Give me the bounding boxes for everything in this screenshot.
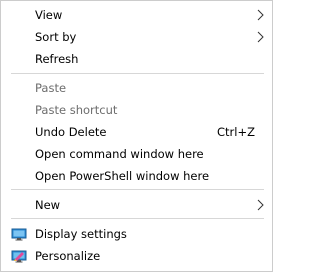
menu-item-view[interactable]: View — [1, 4, 272, 26]
menu-item-label: Paste shortcut — [35, 103, 118, 117]
chevron-right-icon — [257, 199, 264, 211]
menu-item-shortcut: Ctrl+Z — [217, 125, 255, 139]
menu-separator — [11, 73, 264, 74]
menu-item-label: New — [35, 198, 61, 212]
menu-item-new[interactable]: New — [1, 194, 272, 216]
display-settings-icon — [11, 228, 27, 241]
menu-separator — [11, 218, 264, 219]
menu-item-display-settings[interactable]: Display settings — [1, 223, 272, 245]
menu-separator — [11, 189, 264, 190]
personalize-icon — [11, 250, 27, 263]
menu-item-label: Paste — [35, 81, 67, 95]
desktop-context-menu: View Sort by Refresh Paste Paste shortcu… — [0, 0, 273, 272]
menu-item-label: Open PowerShell window here — [35, 169, 210, 183]
menu-item-open-command-window[interactable]: Open command window here — [1, 143, 272, 165]
menu-item-label: Open command window here — [35, 147, 204, 161]
menu-item-label: View — [35, 8, 63, 22]
chevron-right-icon — [257, 31, 264, 43]
menu-item-personalize[interactable]: Personalize — [1, 245, 272, 267]
menu-item-label: Refresh — [35, 52, 79, 66]
menu-item-sort-by[interactable]: Sort by — [1, 26, 272, 48]
menu-item-paste[interactable]: Paste — [1, 77, 272, 99]
menu-item-undo-delete[interactable]: Undo Delete Ctrl+Z — [1, 121, 272, 143]
menu-item-label: Undo Delete — [35, 125, 107, 139]
menu-item-label: Display settings — [35, 227, 127, 241]
menu-item-refresh[interactable]: Refresh — [1, 48, 272, 70]
menu-item-paste-shortcut[interactable]: Paste shortcut — [1, 99, 272, 121]
chevron-right-icon — [257, 9, 264, 21]
menu-item-label: Personalize — [35, 249, 101, 263]
menu-item-open-powershell-window[interactable]: Open PowerShell window here — [1, 165, 272, 187]
menu-item-label: Sort by — [35, 30, 77, 44]
